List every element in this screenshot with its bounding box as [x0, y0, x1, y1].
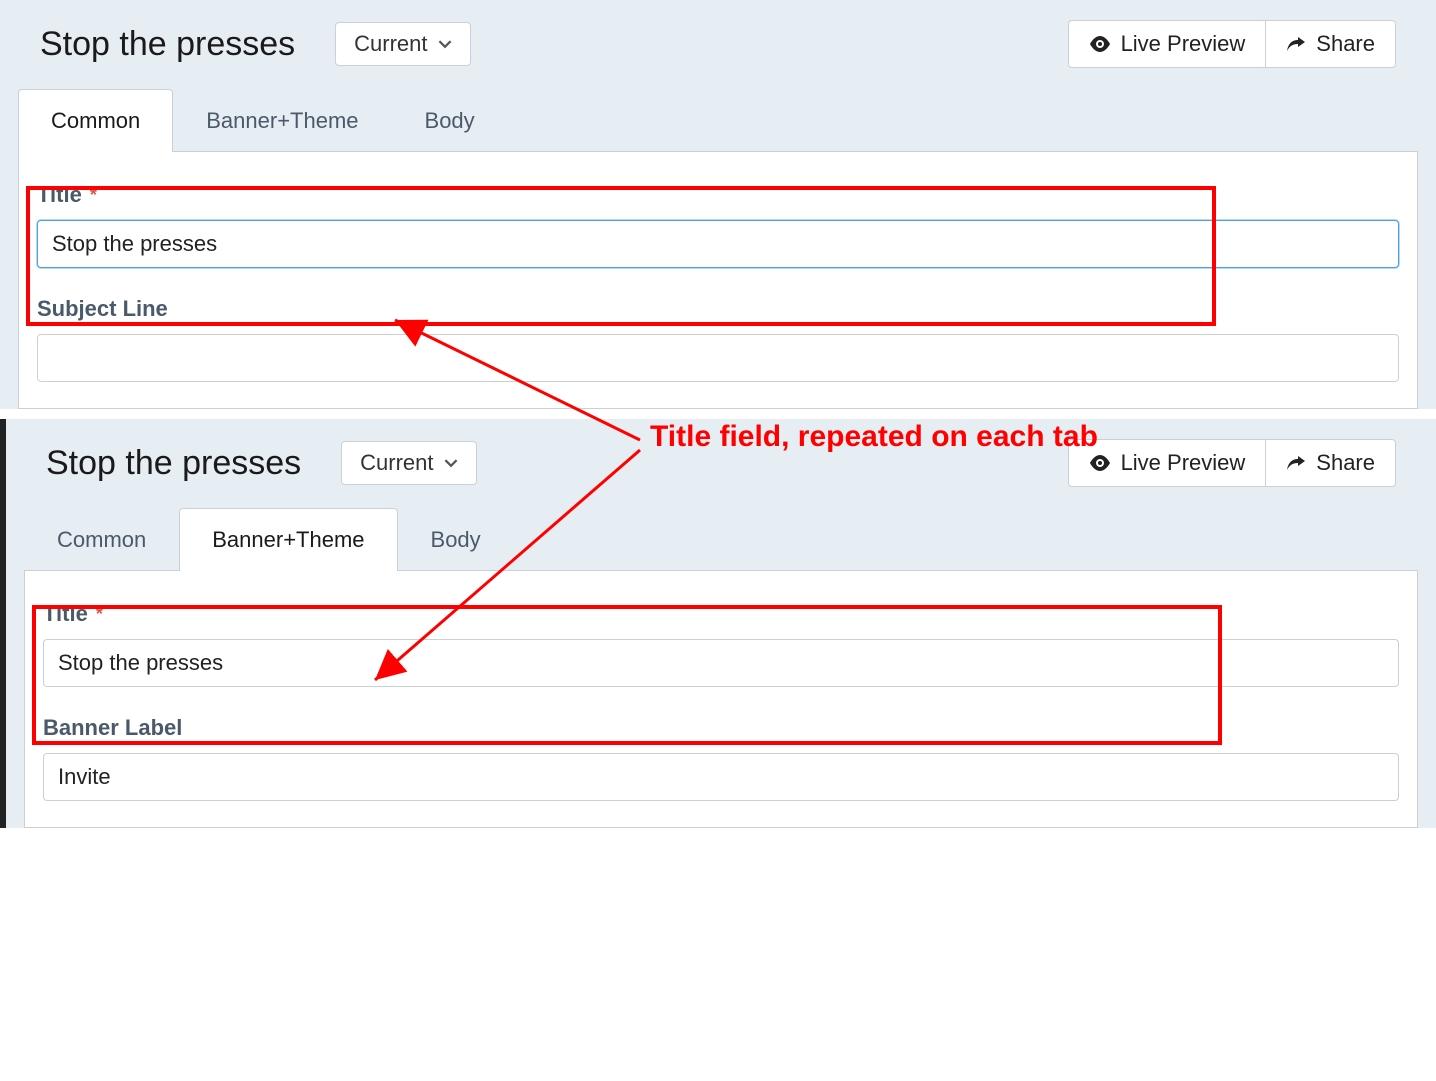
panel-header: Stop the presses Current Live Preview Sh… — [6, 419, 1436, 507]
editor-panel-banner-theme: Stop the presses Current Live Preview Sh… — [0, 419, 1436, 828]
share-label: Share — [1316, 31, 1375, 57]
banner-label-group: Banner Label — [43, 715, 1399, 801]
tab-banner-theme[interactable]: Banner+Theme — [173, 89, 391, 152]
subject-line-group: Subject Line — [37, 296, 1399, 382]
tab-common[interactable]: Common — [24, 508, 179, 571]
tab-body[interactable]: Body — [392, 89, 508, 152]
title-input[interactable] — [37, 220, 1399, 268]
eye-icon — [1089, 36, 1111, 52]
banner-label-input[interactable] — [43, 753, 1399, 801]
live-preview-label: Live Preview — [1121, 31, 1246, 57]
live-preview-label: Live Preview — [1121, 450, 1246, 476]
title-label: Title * — [43, 601, 1399, 627]
share-icon — [1286, 35, 1306, 53]
panel-header: Stop the presses Current Live Preview Sh… — [0, 0, 1436, 88]
share-label: Share — [1316, 450, 1375, 476]
chevron-down-icon — [444, 456, 458, 470]
version-select[interactable]: Current — [341, 441, 476, 485]
title-field-group: Title * — [43, 601, 1399, 687]
tab-common[interactable]: Common — [18, 89, 173, 152]
title-input[interactable] — [43, 639, 1399, 687]
subject-line-input[interactable] — [37, 334, 1399, 382]
chevron-down-icon — [438, 37, 452, 51]
header-actions: Live Preview Share — [1068, 20, 1396, 68]
page-title: Stop the presses — [46, 444, 301, 483]
share-button[interactable]: Share — [1266, 20, 1396, 68]
title-label: Title * — [37, 182, 1399, 208]
version-select[interactable]: Current — [335, 22, 470, 66]
form-area: Title * Banner Label — [24, 570, 1418, 828]
subject-line-label: Subject Line — [37, 296, 1399, 322]
share-icon — [1286, 454, 1306, 472]
live-preview-button[interactable]: Live Preview — [1068, 439, 1267, 487]
header-actions: Live Preview Share — [1068, 439, 1396, 487]
eye-icon — [1089, 455, 1111, 471]
share-button[interactable]: Share — [1266, 439, 1396, 487]
banner-label-label: Banner Label — [43, 715, 1399, 741]
required-icon: * — [96, 604, 103, 625]
tab-banner-theme[interactable]: Banner+Theme — [179, 508, 397, 571]
tab-body[interactable]: Body — [398, 508, 514, 571]
editor-panel-common: Stop the presses Current Live Preview Sh… — [0, 0, 1436, 409]
title-field-group: Title * — [37, 182, 1399, 268]
version-label: Current — [360, 450, 433, 476]
tabs: Common Banner+Theme Body — [6, 507, 1436, 570]
live-preview-button[interactable]: Live Preview — [1068, 20, 1267, 68]
form-area: Title * Subject Line — [18, 151, 1418, 409]
version-label: Current — [354, 31, 427, 57]
tabs: Common Banner+Theme Body — [0, 88, 1436, 151]
page-title: Stop the presses — [40, 25, 295, 64]
required-icon: * — [90, 185, 97, 206]
